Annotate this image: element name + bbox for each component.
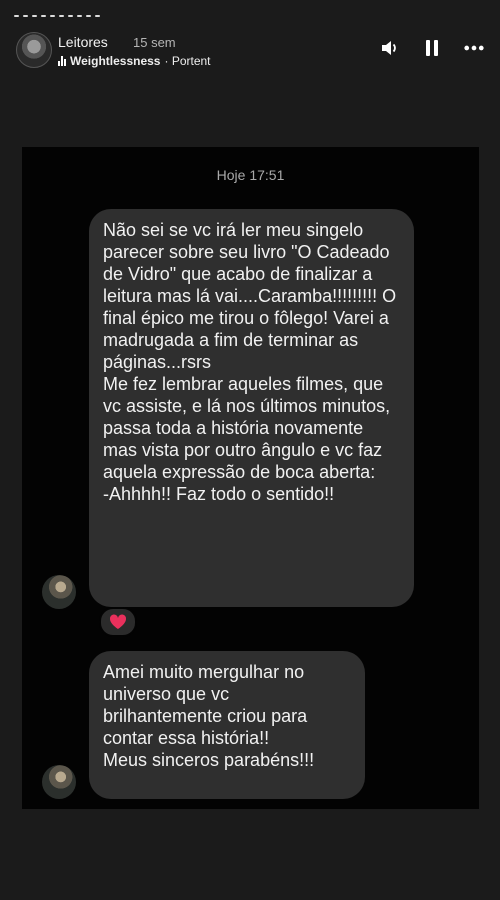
music-track: Weightlessness [70, 54, 161, 68]
username[interactable]: Leitores [58, 34, 108, 50]
music-info[interactable]: Weightlessness · Portent [58, 54, 211, 68]
post-time: 15 sem [133, 35, 176, 50]
sender-avatar [42, 765, 76, 799]
message-bubble: Amei muito mergulhar no universo que vc … [89, 651, 365, 799]
chat-screenshot: Hoje 17:51 Não sei se vc irá ler meu sin… [22, 147, 479, 809]
music-artist: · Portent [164, 54, 211, 68]
volume-icon[interactable] [380, 38, 400, 58]
chat-date: Hoje 17:51 [216, 167, 285, 183]
profile-avatar[interactable] [16, 32, 52, 68]
heart-reaction-icon [99, 607, 137, 637]
message-text: Amei muito mergulhar no universo que vc … [103, 662, 315, 770]
story-header: Leitores 15 sem Weightlessness · Portent [16, 30, 484, 70]
story-controls [380, 38, 484, 58]
story-progress-bar [14, 15, 100, 17]
message-bubble: Não sei se vc irá ler meu singelo parece… [89, 209, 414, 607]
pause-icon[interactable] [422, 38, 442, 58]
message-text: Não sei se vc irá ler meu singelo parece… [103, 220, 397, 504]
sender-avatar [42, 575, 76, 609]
music-bars-icon [58, 56, 66, 66]
more-options-icon[interactable] [464, 38, 484, 58]
